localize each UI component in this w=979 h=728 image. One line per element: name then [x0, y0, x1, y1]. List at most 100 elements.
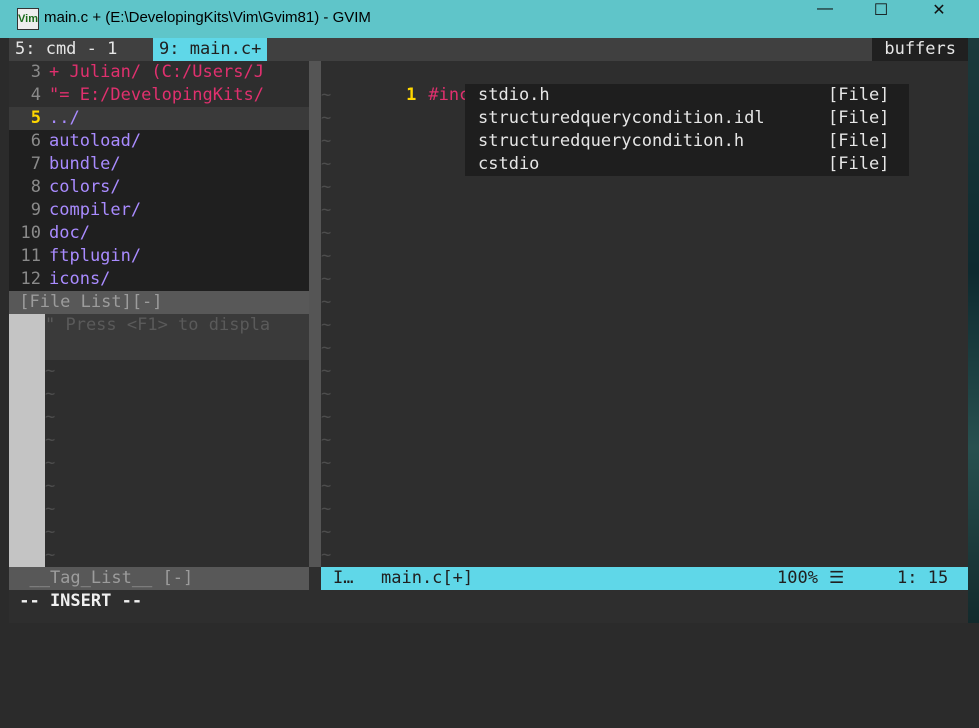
- command-line[interactable]: -- INSERT --: [9, 590, 968, 623]
- tag-list-line: ~: [9, 521, 309, 544]
- tag-list-line: [9, 337, 309, 360]
- fold-column: [9, 475, 45, 498]
- file-list-item[interactable]: 6 autoload/: [9, 130, 309, 153]
- tag-list-line: ~: [9, 498, 309, 521]
- file-list-item[interactable]: 4 "= E:/DevelopingKits/: [9, 84, 309, 107]
- file-list-entry: colors/: [49, 177, 121, 197]
- completion-item[interactable]: structuredquerycondition.idl [File]: [465, 107, 909, 130]
- editor-pane[interactable]: 1#include<stdio ~~~~~~~~~~~~~~~~~~~~~std…: [321, 61, 968, 567]
- maximize-button[interactable]: ☐: [852, 0, 910, 38]
- tag-list-line: ~: [9, 475, 309, 498]
- tag-list-line: ~: [9, 429, 309, 452]
- code-line[interactable]: 1#include<stdio: [321, 61, 968, 105]
- line-number: 10: [20, 223, 41, 243]
- tilde-marker: ~: [321, 545, 332, 565]
- line-number: 11: [20, 246, 41, 266]
- title-bar: Vim main.c + (E:\DevelopingKits\Vim\Gvim…: [0, 0, 979, 38]
- completion-popup[interactable]: stdio.h [File] structuredquerycondition.id…: [465, 84, 909, 176]
- tilde-marker: ~: [321, 430, 332, 450]
- completion-word: structuredquerycondition.h: [478, 131, 745, 151]
- line-number: 9: [30, 200, 41, 220]
- fold-column: [9, 314, 45, 337]
- file-list-entry: "= E:/DevelopingKits/: [49, 85, 264, 105]
- editor-statusline: I… main.c[+] 100% ☰ 1: 15: [321, 567, 968, 590]
- buffers-label[interactable]: buffers: [872, 38, 968, 61]
- tilde-marker: ~: [45, 453, 56, 473]
- line-number: 4: [30, 85, 41, 105]
- tag-list-line: ~: [9, 360, 309, 383]
- file-list-item[interactable]: 12 icons/: [9, 268, 309, 291]
- tilde-marker: ~: [321, 338, 332, 358]
- tilde-marker: ~: [321, 200, 332, 220]
- tag-list-statusline: __Tag_List__ [-]: [9, 567, 309, 590]
- minimize-button[interactable]: —: [796, 0, 854, 38]
- file-list-item[interactable]: 8 colors/: [9, 176, 309, 199]
- file-list-entry: + Julian/ (C:/Users/J: [49, 62, 264, 82]
- fold-column: [9, 521, 45, 544]
- completion-item[interactable]: cstdio [File]: [465, 153, 909, 176]
- help-text: " Press <F1> to displa: [45, 314, 309, 337]
- tilde-marker: ~: [45, 430, 56, 450]
- tilde-marker: ~: [45, 499, 56, 519]
- tilde-marker: ~: [45, 384, 56, 404]
- file-list-entry: compiler/: [49, 200, 142, 220]
- fold-column: [9, 360, 45, 383]
- file-list-item[interactable]: 10 doc/: [9, 222, 309, 245]
- tag-list-line: ~: [9, 383, 309, 406]
- desktop-background: [968, 38, 979, 623]
- line-number: 3: [30, 62, 41, 82]
- tilde-marker: ~: [45, 361, 56, 381]
- scroll-percent: 100%: [777, 568, 818, 588]
- file-list-item[interactable]: 5 ../: [9, 107, 309, 130]
- tilde-marker: ~: [321, 453, 332, 473]
- tilde-marker: ~: [45, 407, 56, 427]
- file-list-item[interactable]: 7 bundle/: [9, 153, 309, 176]
- fold-column: [9, 452, 45, 475]
- vim-area[interactable]: 5: cmd - 1 9: main.c+ buffers 3 + Julian/…: [9, 38, 968, 623]
- file-list-item[interactable]: 3 + Julian/ (C:/Users/J: [9, 61, 309, 84]
- tilde-marker: ~: [321, 246, 332, 266]
- tilde-marker: ~: [45, 545, 56, 565]
- completion-kind: [File]: [828, 154, 890, 174]
- file-list-statusline: [File List][-]: [9, 291, 309, 314]
- gvim-app-icon[interactable]: Vim: [17, 8, 39, 30]
- file-list-entry: doc/: [49, 223, 90, 243]
- completion-item[interactable]: stdio.h [File]: [465, 84, 909, 107]
- fold-column: [9, 544, 45, 567]
- completion-item[interactable]: structuredquerycondition.h [File]: [465, 130, 909, 153]
- tilde-marker: ~: [321, 499, 332, 519]
- tilde-marker: ~: [321, 223, 332, 243]
- line-number: 8: [30, 177, 41, 197]
- vertical-split-separator[interactable]: [309, 61, 321, 567]
- tab-main-c[interactable]: 9: main.c+: [153, 38, 268, 61]
- tilde-marker: ~: [321, 522, 332, 542]
- menu-icon: ☰: [829, 568, 845, 588]
- tab-cmd[interactable]: 5: cmd - 1: [9, 38, 123, 61]
- tilde-marker: ~: [321, 476, 332, 496]
- tilde-marker: ~: [45, 476, 56, 496]
- cursor-position: 1: 15: [897, 568, 949, 588]
- empty-line: [45, 337, 309, 360]
- file-list-entry: ftplugin/: [49, 246, 142, 266]
- tilde-marker: ~: [321, 177, 332, 197]
- tilde-marker: ~: [321, 269, 332, 289]
- completion-word: stdio.h: [478, 85, 550, 105]
- tilde-marker: ~: [321, 315, 332, 335]
- file-list-item[interactable]: 11 ftplugin/: [9, 245, 309, 268]
- line-number: 7: [30, 154, 41, 174]
- file-name: main.c[+]: [381, 568, 474, 588]
- file-list-entry: icons/: [49, 269, 111, 289]
- tag-list-help-line: " Press <F1> to displa: [9, 314, 309, 337]
- fold-column: [9, 383, 45, 406]
- file-list-pane[interactable]: 3 + Julian/ (C:/Users/J 4 "= E:/DevelopingK…: [9, 61, 309, 291]
- completion-word: structuredquerycondition.idl: [478, 108, 765, 128]
- tag-list-line: ~: [9, 452, 309, 475]
- tilde-marker: ~: [321, 384, 332, 404]
- file-list-item[interactable]: 9 compiler/: [9, 199, 309, 222]
- file-list-entry: ../: [49, 108, 80, 128]
- completion-kind: [File]: [828, 131, 890, 151]
- close-button[interactable]: ✕: [910, 0, 968, 38]
- tag-list-pane[interactable]: " Press <F1> to displa ~ ~ ~ ~ ~ ~ ~ ~ ~: [9, 314, 309, 567]
- tilde-marker: ~: [321, 292, 332, 312]
- fold-column: [9, 498, 45, 521]
